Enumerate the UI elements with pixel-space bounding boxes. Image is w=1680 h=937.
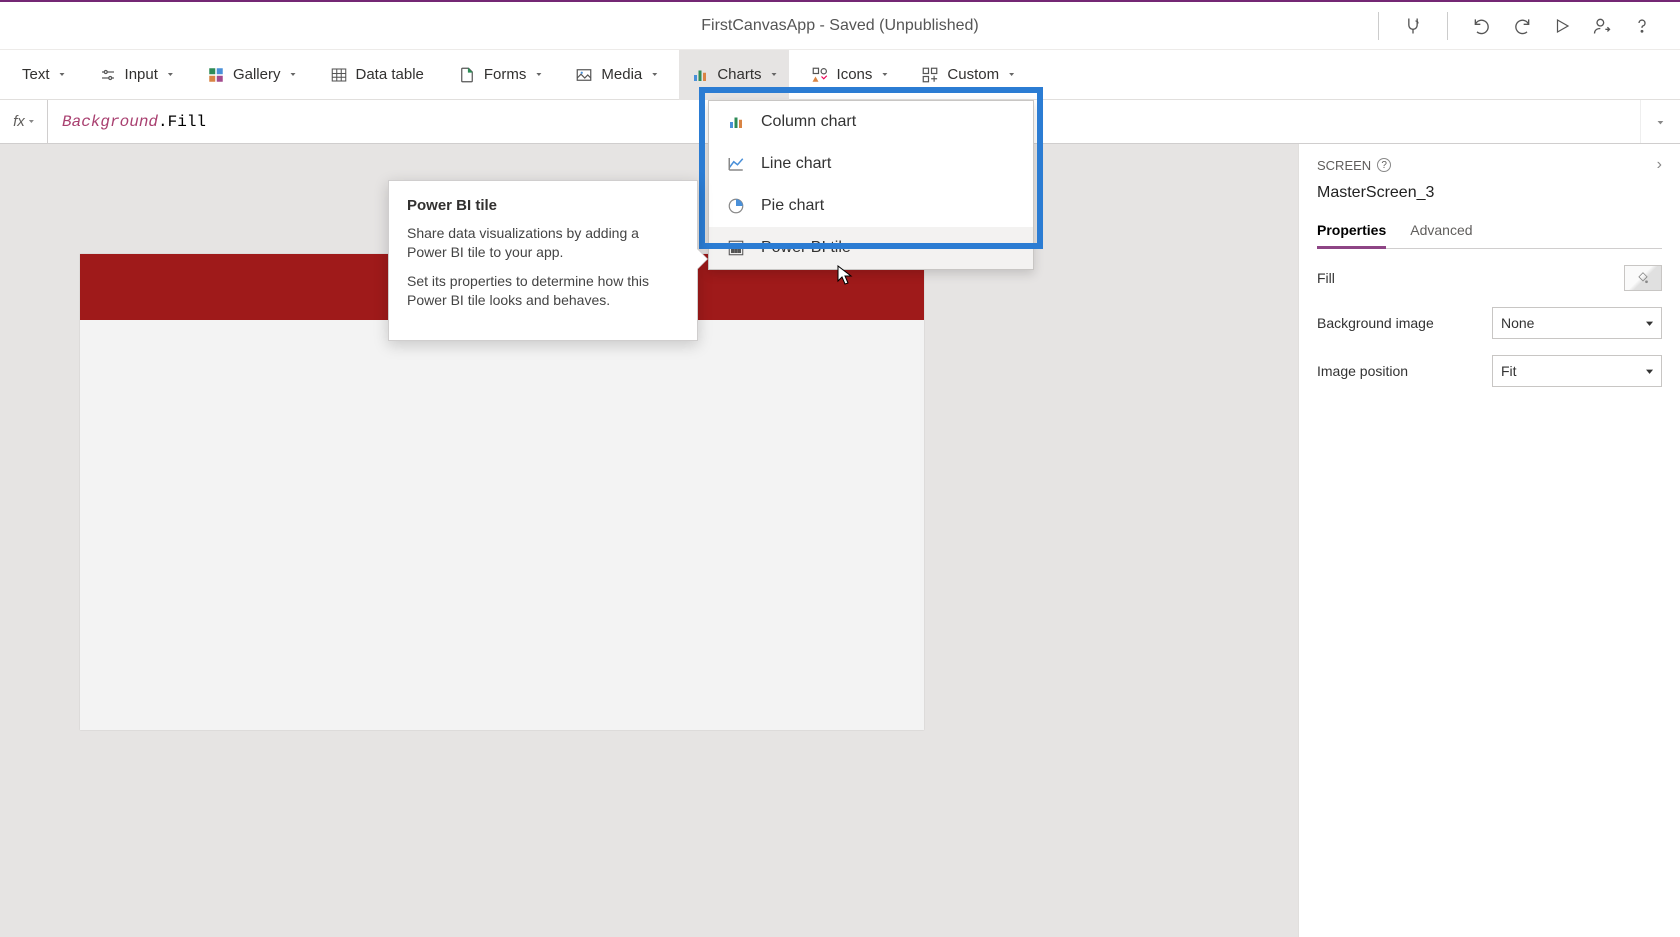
titlebar-divider [1378, 12, 1379, 40]
prop-label: Image position [1317, 363, 1408, 379]
gallery-icon [207, 66, 225, 84]
media-icon [575, 66, 593, 84]
ribbon-icons[interactable]: Icons ▾ [799, 50, 900, 100]
chevron-down-icon: ▾ [60, 71, 65, 78]
ribbon-label: Input [125, 66, 158, 83]
ribbon-label: Gallery [233, 66, 281, 83]
line-chart-icon [727, 155, 745, 173]
tab-advanced[interactable]: Advanced [1410, 216, 1472, 248]
ribbon-label: Media [601, 66, 642, 83]
chevron-down-icon: ▾ [168, 71, 173, 78]
tooltip-power-bi: Power BI tile Share data visualizations … [388, 180, 698, 341]
image-position-select[interactable]: Fit ▾ [1492, 355, 1662, 387]
ribbon-label: Data table [356, 66, 424, 83]
chart-icon [691, 66, 709, 84]
ribbon-label: Custom [947, 66, 999, 83]
titlebar-divider [1447, 12, 1448, 40]
slider-icon [99, 66, 117, 84]
ribbon-label: Icons [837, 66, 873, 83]
prop-label: Background image [1317, 315, 1434, 331]
prop-row-image-position: Image position Fit ▾ [1317, 355, 1662, 387]
ribbon-text[interactable]: Text ▾ [10, 50, 77, 100]
prop-row-fill: Fill [1317, 265, 1662, 291]
menu-item-label: Column chart [761, 113, 856, 131]
chevron-down-icon: ▾ [29, 118, 34, 125]
table-icon [330, 66, 348, 84]
ribbon-input[interactable]: Input ▾ [87, 50, 185, 100]
share-icon[interactable] [1582, 6, 1622, 46]
tooltip-body: Share data visualizations by adding a Po… [407, 224, 679, 310]
tab-properties[interactable]: Properties [1317, 216, 1386, 248]
properties-panel: SCREEN ? › MasterScreen_3 Properties Adv… [1298, 144, 1680, 937]
formula-expr-prefix: Background [62, 113, 158, 131]
menu-item-label: Pie chart [761, 197, 824, 215]
select-value: None [1501, 315, 1534, 331]
formula-expr-suffix: .Fill [158, 113, 206, 131]
charts-dropdown: Column chart Line chart Pie chart Power … [708, 100, 1034, 270]
ribbon-data-table[interactable]: Data table [318, 50, 436, 100]
formula-expand[interactable]: ▾ [1640, 100, 1680, 143]
fx-label[interactable]: fx▾ [0, 100, 48, 143]
chevron-down-icon: ▾ [652, 71, 657, 78]
ribbon-custom[interactable]: Custom ▾ [909, 50, 1026, 100]
menu-item-column-chart[interactable]: Column chart [709, 101, 1033, 143]
fill-swatch[interactable] [1624, 265, 1662, 291]
power-bi-icon [727, 239, 745, 257]
ribbon-label: Charts [717, 66, 761, 83]
panel-header-label: SCREEN [1317, 158, 1371, 173]
titlebar: FirstCanvasApp - Saved (Unpublished) [0, 2, 1680, 50]
tooltip-p2: Set its properties to determine how this… [407, 272, 679, 310]
panel-header: SCREEN ? › [1317, 156, 1662, 174]
custom-icon [921, 66, 939, 84]
background-image-select[interactable]: None ▾ [1492, 307, 1662, 339]
icons-icon [811, 66, 829, 84]
tooltip-pointer [697, 249, 707, 269]
chevron-down-icon: ▾ [772, 71, 777, 78]
screen-name: MasterScreen_3 [1317, 184, 1662, 202]
prop-label: Fill [1317, 270, 1335, 286]
menu-item-pie-chart[interactable]: Pie chart [709, 185, 1033, 227]
menu-item-power-bi-tile[interactable]: Power BI tile [709, 227, 1033, 269]
help-icon[interactable]: ? [1377, 158, 1391, 172]
form-icon [458, 66, 476, 84]
menu-item-line-chart[interactable]: Line chart [709, 143, 1033, 185]
panel-tabs: Properties Advanced [1317, 216, 1662, 249]
ribbon: Text ▾ Input ▾ Gallery ▾ Data table Form… [0, 50, 1680, 100]
ribbon-charts[interactable]: Charts ▾ [679, 50, 788, 100]
play-icon[interactable] [1542, 6, 1582, 46]
panel-expand-icon[interactable]: › [1657, 156, 1662, 174]
ribbon-forms[interactable]: Forms ▾ [446, 50, 554, 100]
app-checker-icon[interactable] [1393, 6, 1433, 46]
chevron-down-icon: ▾ [536, 71, 541, 78]
pie-chart-icon [727, 197, 745, 215]
chevron-down-icon: ▾ [882, 71, 887, 78]
menu-item-label: Power BI tile [761, 239, 851, 257]
chevron-down-icon: ▾ [1646, 318, 1653, 328]
menu-item-label: Line chart [761, 155, 831, 173]
undo-icon[interactable] [1462, 6, 1502, 46]
help-icon[interactable] [1622, 6, 1662, 46]
chevron-down-icon: ▾ [1646, 366, 1653, 376]
ribbon-gallery[interactable]: Gallery ▾ [195, 50, 308, 100]
ribbon-media[interactable]: Media ▾ [563, 50, 669, 100]
chevron-down-icon: ▾ [290, 71, 295, 78]
ribbon-label: Forms [484, 66, 527, 83]
app-title: FirstCanvasApp - Saved (Unpublished) [701, 17, 978, 35]
ribbon-label: Text [22, 66, 50, 83]
tooltip-p1: Share data visualizations by adding a Po… [407, 224, 679, 262]
redo-icon[interactable] [1502, 6, 1542, 46]
select-value: Fit [1501, 363, 1517, 379]
tooltip-title: Power BI tile [407, 197, 679, 214]
prop-row-background-image: Background image None ▾ [1317, 307, 1662, 339]
chevron-down-icon: ▾ [1009, 71, 1014, 78]
column-chart-icon [727, 113, 745, 131]
